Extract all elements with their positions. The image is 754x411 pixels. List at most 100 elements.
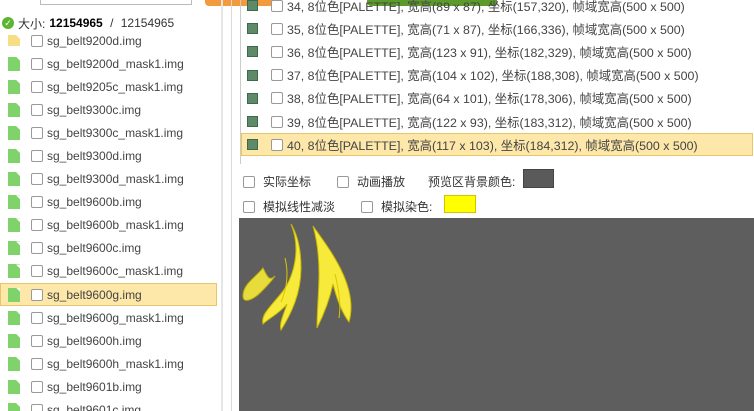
search-input[interactable] bbox=[40, 0, 192, 5]
file-list: sg_belt9200d.img sg_belt9200d_mask1.imgsg… bbox=[0, 29, 217, 411]
file-list-item[interactable]: sg_belt9300d_mask1.img bbox=[0, 168, 217, 191]
file-checkbox[interactable] bbox=[31, 219, 43, 232]
dye-checkbox[interactable] bbox=[361, 200, 373, 213]
option-animation-play[interactable]: 动画播放 bbox=[337, 173, 405, 190]
frame-info: 35, 8位色[PALETTE], 宽高(71 x 87), 坐标(166,33… bbox=[287, 22, 685, 37]
file-icon bbox=[8, 125, 20, 140]
frame-image-icon bbox=[247, 0, 258, 11]
dye-color-swatch[interactable] bbox=[444, 195, 476, 213]
file-checkbox[interactable] bbox=[31, 380, 43, 393]
file-checkbox[interactable] bbox=[31, 357, 43, 370]
file-list-item[interactable]: sg_belt9601b.img bbox=[0, 375, 217, 398]
frame-checkbox[interactable] bbox=[271, 69, 283, 82]
frame-checkbox[interactable] bbox=[271, 115, 283, 128]
frame-list-item[interactable]: 34, 8位色[PALETTE], 宽高(89 x 87), 坐标(157,32… bbox=[241, 0, 753, 17]
file-list-item[interactable]: sg_belt9600b.img bbox=[0, 191, 217, 214]
file-name: sg_belt9300c.img bbox=[47, 102, 142, 117]
file-checkbox[interactable] bbox=[31, 34, 43, 47]
frame-info: 40, 8位色[PALETTE], 宽高(117 x 103), 坐标(184,… bbox=[287, 138, 698, 153]
frame-list-item[interactable]: 35, 8位色[PALETTE], 宽高(71 x 87), 坐标(166,33… bbox=[241, 17, 753, 40]
file-checkbox[interactable] bbox=[31, 265, 43, 278]
file-list-item[interactable]: sg_belt9205c_mask1.img bbox=[0, 75, 217, 98]
file-list-item[interactable]: sg_belt9600c_mask1.img bbox=[0, 260, 217, 283]
size-current: 12154965 bbox=[49, 16, 103, 30]
file-name: sg_belt9300c_mask1.img bbox=[47, 125, 184, 140]
actual-coords-checkbox[interactable] bbox=[243, 175, 255, 188]
option-preview-bg: 预览区背景颜色: bbox=[428, 173, 515, 190]
file-checkbox[interactable] bbox=[31, 196, 43, 209]
preview-bg-color-swatch[interactable] bbox=[523, 169, 554, 188]
frame-list-item[interactable]: 40, 8位色[PALETTE], 宽高(117 x 103), 坐标(184,… bbox=[241, 133, 753, 157]
frame-list-item[interactable]: 37, 8位色[PALETTE], 宽高(104 x 102), 坐标(188,… bbox=[241, 64, 753, 87]
file-list-item[interactable]: sg_belt9601c.img bbox=[0, 399, 217, 411]
file-checkbox[interactable] bbox=[31, 126, 43, 139]
size-separator: / bbox=[106, 16, 117, 30]
file-name: sg_belt9600h.img bbox=[47, 333, 142, 348]
file-icon bbox=[8, 379, 20, 394]
file-icon bbox=[8, 287, 20, 302]
file-name: sg_belt9600g.img bbox=[47, 287, 142, 302]
frame-image-icon bbox=[247, 23, 258, 35]
file-list-item[interactable]: sg_belt9600g.img bbox=[0, 283, 217, 307]
frame-checkbox[interactable] bbox=[271, 0, 283, 12]
frame-checkbox[interactable] bbox=[271, 45, 283, 58]
file-icon bbox=[8, 172, 20, 187]
file-icon bbox=[8, 149, 20, 164]
frame-list-item[interactable]: 38, 8位色[PALETTE], 宽高(64 x 101), 坐标(178,3… bbox=[241, 87, 753, 110]
file-list-item[interactable]: sg_belt9600b_mask1.img bbox=[0, 214, 217, 237]
check-circle-icon: ✓ bbox=[2, 17, 14, 29]
file-checkbox[interactable] bbox=[31, 334, 43, 347]
animation-play-label: 动画播放 bbox=[357, 175, 406, 189]
file-name: sg_belt9300d.img bbox=[47, 149, 142, 164]
file-list-item[interactable]: sg_belt9300c.img bbox=[0, 98, 217, 121]
preview-bg-label: 预览区背景颜色: bbox=[428, 175, 516, 189]
folder-icon bbox=[8, 35, 20, 47]
file-list-item[interactable]: sg_belt9600g_mask1.img bbox=[0, 306, 217, 329]
frame-checkbox[interactable] bbox=[271, 138, 283, 151]
frame-checkbox[interactable] bbox=[271, 22, 283, 35]
option-dye[interactable]: 模拟染色: bbox=[361, 198, 432, 215]
file-panel: ✓ 大小: 12154965 / 12154965 sg_belt9200d.i… bbox=[0, 0, 217, 411]
frame-info: 38, 8位色[PALETTE], 宽高(64 x 101), 坐标(178,3… bbox=[287, 92, 692, 107]
frame-image-icon bbox=[247, 46, 258, 58]
file-checkbox[interactable] bbox=[31, 150, 43, 163]
preview-canvas[interactable] bbox=[239, 218, 754, 411]
file-name: sg_belt9200d.img bbox=[47, 33, 142, 48]
file-list-item[interactable]: sg_belt9600h_mask1.img bbox=[0, 352, 217, 375]
file-checkbox[interactable] bbox=[31, 80, 43, 93]
file-icon bbox=[8, 56, 20, 71]
file-list-item[interactable]: sg_belt9300d.img bbox=[0, 144, 217, 167]
file-checkbox[interactable] bbox=[31, 288, 43, 301]
option-actual-coords[interactable]: 实际坐标 bbox=[243, 173, 311, 190]
linear-fade-checkbox[interactable] bbox=[243, 200, 255, 213]
file-checkbox[interactable] bbox=[31, 404, 43, 411]
frame-image-icon bbox=[247, 69, 258, 81]
file-name: sg_belt9600c.img bbox=[47, 241, 142, 256]
frame-image-icon bbox=[247, 116, 258, 127]
file-name: sg_belt9205c_mask1.img bbox=[47, 79, 184, 94]
frame-list-item[interactable]: 36, 8位色[PALETTE], 宽高(123 x 91), 坐标(182,3… bbox=[241, 40, 753, 63]
frame-list-item[interactable]: 39, 8位色[PALETTE], 宽高(122 x 93), 坐标(183,3… bbox=[241, 110, 753, 133]
frame-info: 34, 8位色[PALETTE], 宽高(89 x 87), 坐标(157,32… bbox=[287, 0, 685, 14]
file-name: sg_belt9600c_mask1.img bbox=[47, 264, 184, 279]
file-icon bbox=[8, 79, 20, 94]
file-checkbox[interactable] bbox=[31, 57, 43, 70]
frame-checkbox[interactable] bbox=[271, 92, 283, 105]
file-icon bbox=[8, 310, 20, 325]
file-name: sg_belt9600h_mask1.img bbox=[47, 356, 184, 371]
frame-list: 34, 8位色[PALETTE], 宽高(89 x 87), 坐标(157,32… bbox=[240, 0, 754, 164]
file-list-item[interactable]: sg_belt9200d_mask1.img bbox=[0, 52, 217, 75]
option-linear-fade[interactable]: 模拟线性减淡 bbox=[243, 198, 335, 215]
file-list-item[interactable]: sg_belt9600h.img bbox=[0, 329, 217, 352]
file-checkbox[interactable] bbox=[31, 242, 43, 255]
file-list-item[interactable]: sg_belt9300c_mask1.img bbox=[0, 121, 217, 144]
file-icon bbox=[8, 195, 20, 210]
file-list-item[interactable]: sg_belt9600c.img bbox=[0, 237, 217, 260]
file-checkbox[interactable] bbox=[31, 173, 43, 186]
file-name: sg_belt9601c.img bbox=[47, 403, 142, 411]
file-checkbox[interactable] bbox=[31, 311, 43, 324]
file-list-item[interactable]: sg_belt9200d.img bbox=[0, 29, 217, 52]
file-checkbox[interactable] bbox=[31, 103, 43, 116]
animation-play-checkbox[interactable] bbox=[337, 175, 349, 188]
panel-splitter[interactable] bbox=[221, 0, 223, 411]
